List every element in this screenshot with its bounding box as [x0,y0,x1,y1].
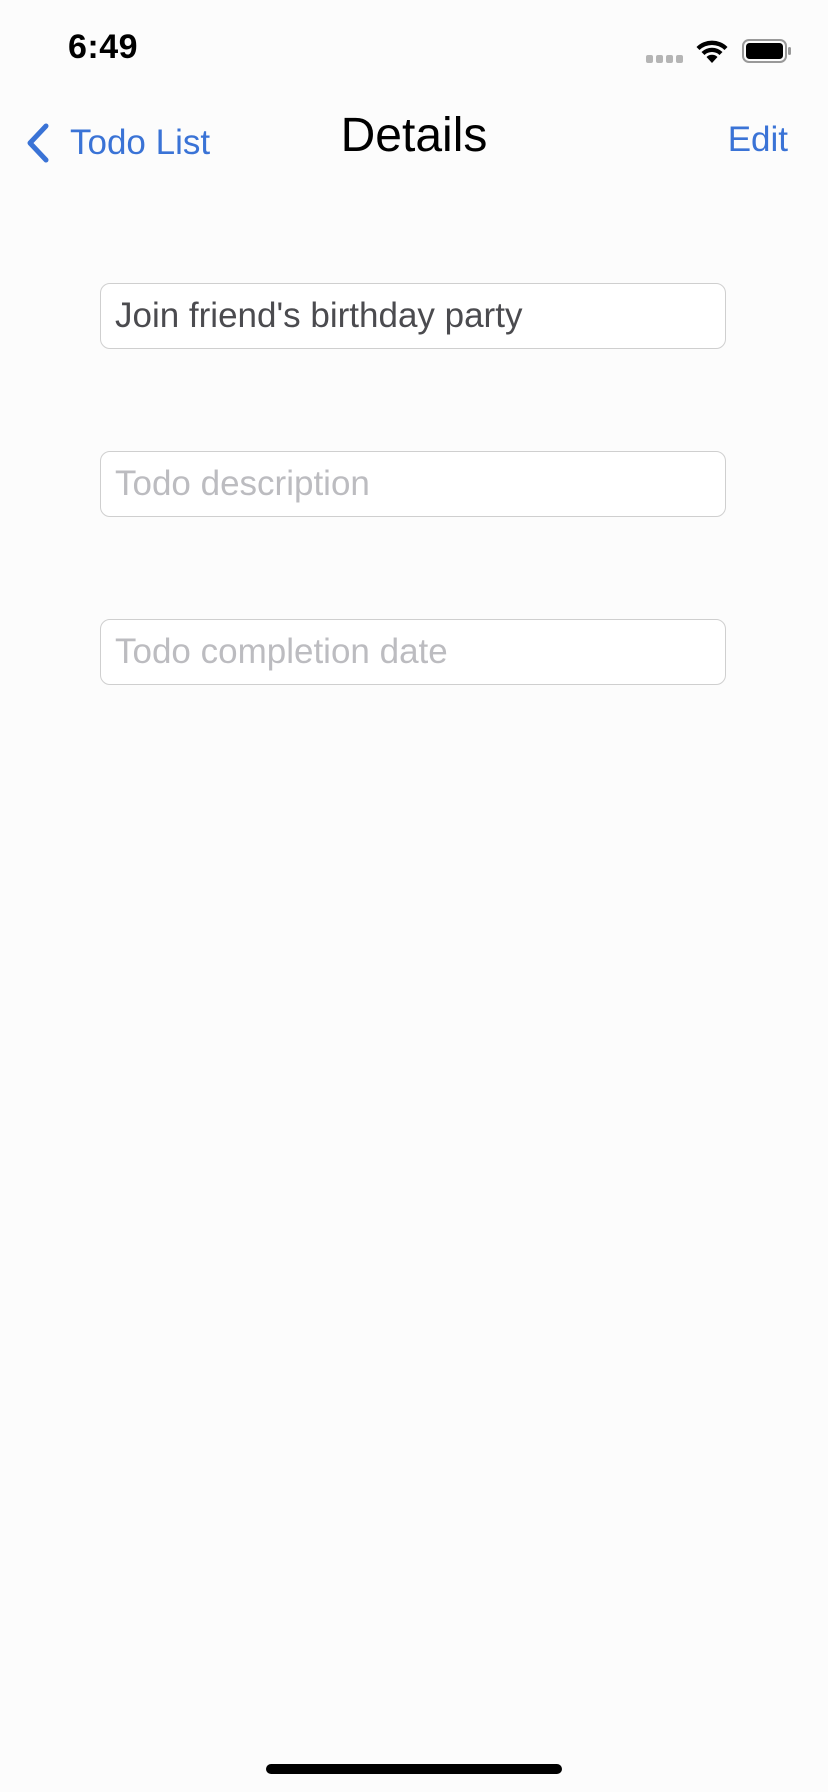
todo-title-field[interactable] [100,283,726,349]
status-bar: 6:49 [0,0,828,100]
back-button-label: Todo List [70,123,211,162]
cellular-signal-icon [646,50,686,63]
edit-button[interactable]: Edit [728,120,788,160]
todo-description-field[interactable] [100,451,726,517]
status-time: 6:49 [68,28,139,66]
home-indicator [266,1764,562,1774]
navigation-bar: Todo List Details Edit [0,100,828,188]
battery-icon [742,39,791,63]
wifi-icon [696,40,728,63]
chevron-left-icon [27,123,49,163]
page-title: Details [340,109,488,162]
back-button[interactable]: Todo List [24,118,210,168]
todo-completion-date-field[interactable] [100,619,726,685]
